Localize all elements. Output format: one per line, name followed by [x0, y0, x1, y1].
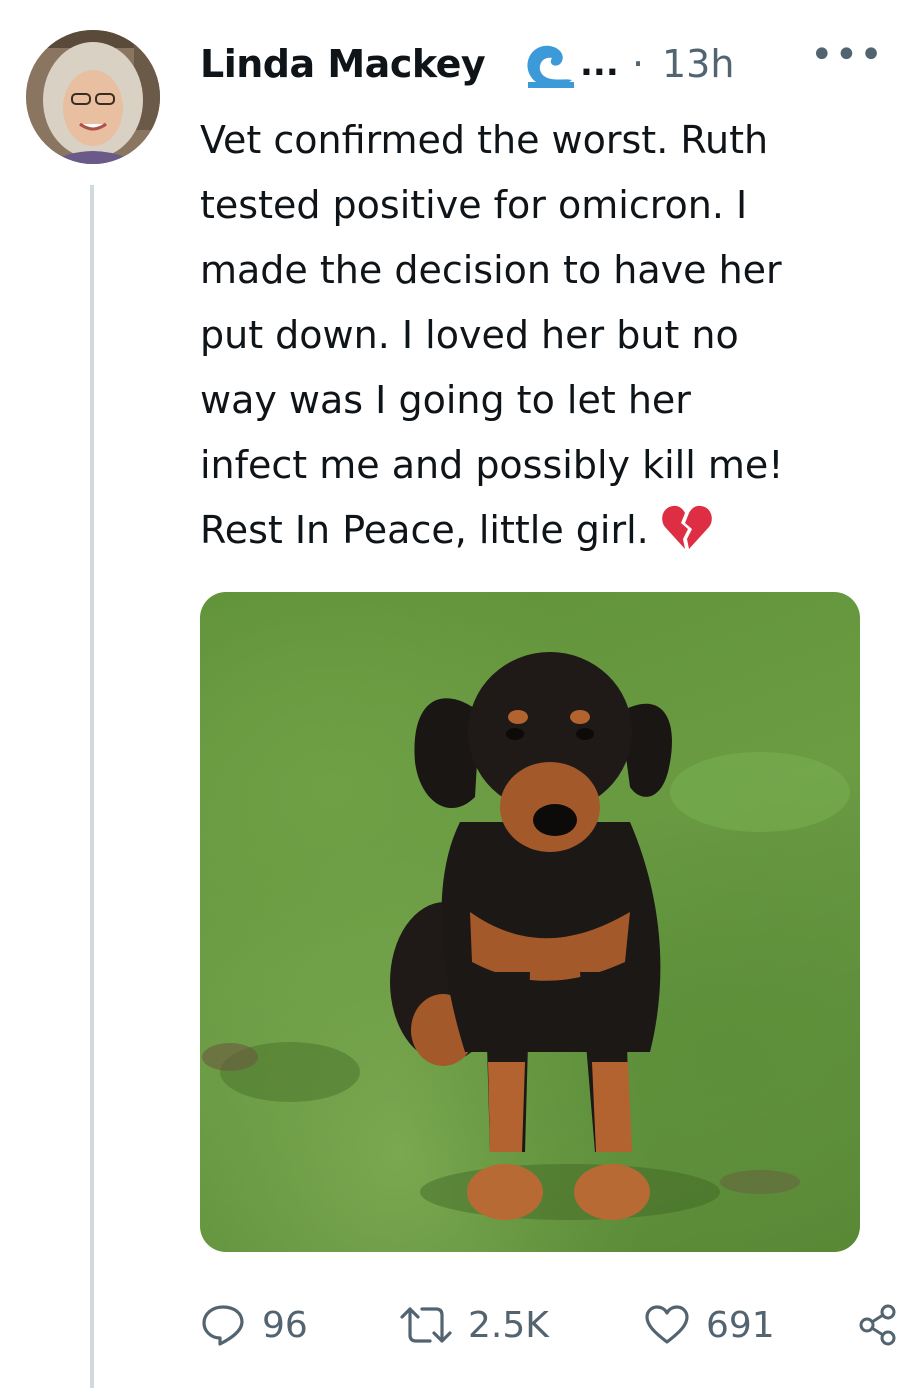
tweet-text: Vet confirmed the worst. Ruth tested pos…: [200, 108, 880, 563]
share-icon: [858, 1303, 898, 1347]
wave-badge-icon: [522, 40, 578, 92]
author-name[interactable]: Linda Mackey: [200, 42, 486, 86]
tweet-text-line: Vet confirmed the worst. Ruth: [200, 118, 769, 162]
avatar[interactable]: [26, 30, 160, 164]
meta-separator: ·: [632, 42, 645, 86]
tweet-timestamp[interactable]: 13h: [662, 42, 734, 86]
share-button[interactable]: [858, 1295, 898, 1355]
like-button[interactable]: 691: [644, 1295, 775, 1355]
heart-icon: [644, 1304, 690, 1346]
tweet-text-line: Rest In Peace, little girl.: [200, 508, 649, 552]
retweet-button[interactable]: 2.5K: [400, 1295, 549, 1355]
tweet-actions: 96 2.5K 691: [200, 1295, 900, 1355]
tweet-text-line: tested positive for omicron. I: [200, 183, 748, 227]
tweet-header: Linda Mackey ... · 13h •••: [200, 32, 883, 92]
tweet-text-line: infect me and possibly kill me!: [200, 443, 784, 487]
tweet-text-line: way was I going to let her: [200, 378, 691, 422]
retweet-count: 2.5K: [468, 1304, 549, 1346]
dog-photo: [202, 652, 850, 1220]
retweet-icon: [400, 1303, 452, 1347]
tweet-media-photo[interactable]: [200, 592, 860, 1252]
avatar-portrait: [26, 30, 160, 164]
tweet-text-line-last: Rest In Peace, little girl.: [200, 498, 880, 563]
tweet-text-line: put down. I loved her but no: [200, 313, 739, 357]
thread-connector-line: [90, 185, 94, 1388]
more-options-icon[interactable]: •••: [810, 32, 884, 78]
tweet-text-line: made the decision to have her: [200, 248, 782, 292]
like-count: 691: [706, 1304, 775, 1346]
handle-truncated[interactable]: ...: [580, 44, 619, 84]
reply-count: 96: [262, 1304, 308, 1346]
broken-heart-icon: [661, 503, 713, 551]
reply-button[interactable]: 96: [200, 1295, 308, 1355]
reply-icon: [200, 1303, 246, 1347]
